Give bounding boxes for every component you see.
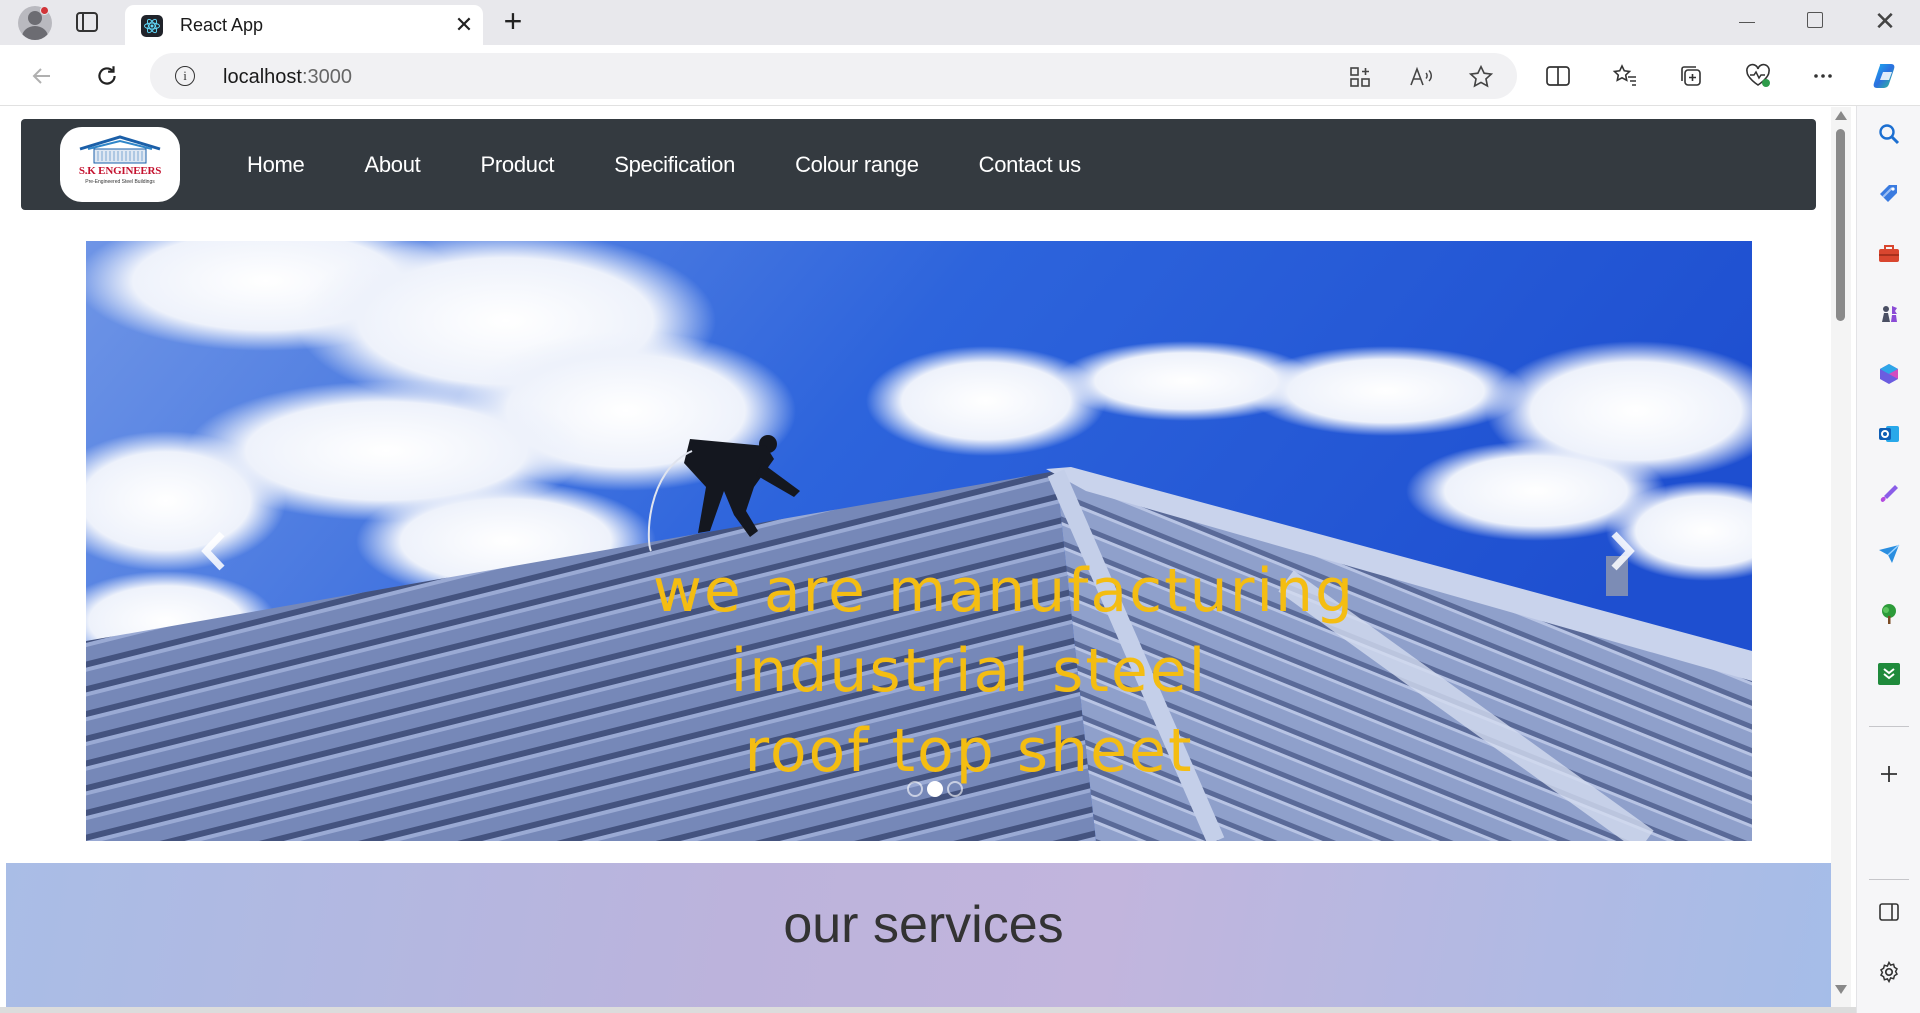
nav-links: Home About Product Specification Colour …: [247, 119, 1141, 210]
split-screen-icon[interactable]: [1541, 59, 1575, 93]
logo-tagline: Pre-Engineered Steel Buildings: [85, 179, 155, 185]
scroll-down-arrow-icon[interactable]: [1835, 985, 1847, 994]
page-viewport: S.K ENGINEERS Pre-Engineered Steel Build…: [6, 107, 1831, 1007]
refresh-icon[interactable]: [90, 59, 124, 93]
window-bottom-edge: [0, 1007, 1856, 1013]
sidebar-divider: [1869, 879, 1909, 880]
new-tab-icon[interactable]: +: [498, 5, 528, 37]
tab-title: React App: [180, 15, 264, 35]
nav-link-colour-range[interactable]: Colour range: [795, 152, 919, 178]
carousel-next-chevron-icon[interactable]: [1602, 526, 1642, 576]
hide-sidebar-icon[interactable]: [1875, 898, 1903, 926]
factory-building-icon: [79, 135, 161, 164]
services-heading: our services: [783, 896, 1064, 954]
more-options-icon[interactable]: [1806, 59, 1840, 93]
read-aloud-icon[interactable]: [1406, 62, 1436, 92]
page-scrollbar[interactable]: [1831, 107, 1851, 1007]
games-chess-icon[interactable]: [1875, 300, 1903, 328]
designer-icon[interactable]: [1875, 480, 1903, 508]
nav-link-contact-us[interactable]: Contact us: [979, 152, 1081, 178]
favorites-icon[interactable]: [1608, 59, 1642, 93]
site-navbar: S.K ENGINEERS Pre-Engineered Steel Build…: [21, 119, 1816, 210]
hero-carousel: we are manufacturing industrial steel ro…: [86, 241, 1752, 841]
scroll-up-arrow-icon[interactable]: [1835, 111, 1847, 120]
edge-sidebar: [1856, 106, 1920, 1013]
logo-name: S.K ENGINEERS: [78, 165, 162, 177]
carousel-prev-chevron-icon[interactable]: [194, 526, 234, 576]
scroll-thumb[interactable]: [1836, 129, 1845, 321]
carousel-indicators: [86, 781, 1752, 797]
back-arrow-icon[interactable]: [25, 59, 59, 93]
address-host: localhost: [223, 66, 302, 88]
carousel-indicator-2[interactable]: [927, 781, 943, 797]
shopping-tag-icon[interactable]: [1875, 180, 1903, 208]
add-sidebar-app-icon[interactable]: [1875, 760, 1903, 788]
address-port: :3000: [301, 66, 352, 88]
nav-link-about[interactable]: About: [365, 152, 421, 178]
favorite-star-icon[interactable]: [1466, 62, 1496, 92]
site-info-icon[interactable]: i: [175, 66, 195, 86]
browser-essentials-icon[interactable]: [1741, 59, 1775, 93]
site-logo[interactable]: S.K ENGINEERS Pre-Engineered Steel Build…: [60, 127, 180, 202]
app-available-icon[interactable]: [1345, 62, 1375, 92]
tree-icon[interactable]: [1875, 600, 1903, 628]
browser-toolbar: i localhost:3000: [0, 45, 1920, 106]
tab-actions-icon[interactable]: [76, 12, 98, 32]
download-chevron-icon[interactable]: [1875, 660, 1903, 688]
collections-icon[interactable]: [1674, 59, 1708, 93]
carousel-caption: we are manufacturing industrial steel ro…: [86, 551, 1752, 791]
tools-briefcase-icon[interactable]: [1875, 240, 1903, 268]
outlook-icon[interactable]: [1875, 420, 1903, 448]
react-icon: [141, 15, 163, 37]
browser-tab[interactable]: React App ✕: [125, 5, 483, 45]
address-bar[interactable]: i localhost:3000: [150, 53, 1517, 99]
search-icon[interactable]: [1875, 120, 1903, 148]
notification-dot: [40, 6, 49, 15]
browser-tab-bar: React App ✕ + ✕: [0, 0, 1920, 45]
nav-link-product[interactable]: Product: [481, 152, 555, 178]
nav-link-specification[interactable]: Specification: [614, 152, 735, 178]
send-plane-icon[interactable]: [1875, 540, 1903, 568]
carousel-indicator-1[interactable]: [907, 781, 923, 797]
settings-gear-icon[interactable]: [1875, 958, 1903, 986]
nav-link-home[interactable]: Home: [247, 152, 305, 178]
close-window-button[interactable]: ✕: [1872, 6, 1898, 36]
caption-line-2: industrial steel: [730, 636, 1208, 706]
copilot-icon[interactable]: [1869, 59, 1903, 93]
microsoft-365-icon[interactable]: [1875, 360, 1903, 388]
close-tab-icon[interactable]: ✕: [451, 12, 477, 38]
services-section: our services: [6, 863, 1831, 1007]
sidebar-divider: [1869, 726, 1909, 727]
caption-line-3: roof top sheet: [744, 716, 1194, 786]
carousel-indicator-3[interactable]: [947, 781, 963, 797]
minimize-window-button[interactable]: [1735, 10, 1759, 34]
caption-line-1: we are manufacturing: [652, 556, 1356, 626]
address-url[interactable]: localhost:3000: [223, 66, 352, 89]
maximize-window-button[interactable]: [1807, 12, 1823, 28]
